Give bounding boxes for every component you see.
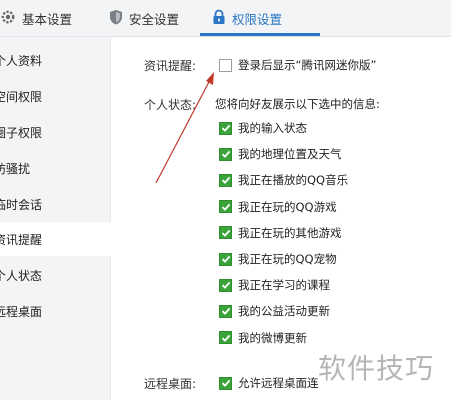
watermark-text: 软件技巧 xyxy=(318,352,435,385)
annotation-arrow xyxy=(155,72,214,184)
